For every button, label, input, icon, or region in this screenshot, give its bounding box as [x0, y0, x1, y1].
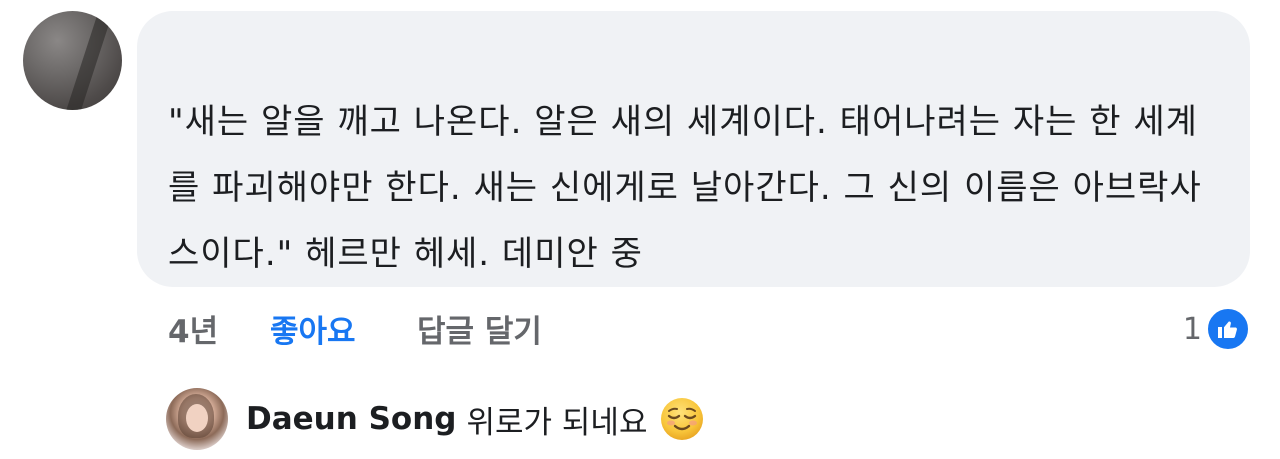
- thumbs-up-icon: [1206, 307, 1250, 351]
- comment-actions: 4년 좋아요 답글 달기: [168, 306, 542, 350]
- reaction-count: 1: [1182, 311, 1202, 347]
- reply-author[interactable]: Daeun Song: [246, 401, 457, 437]
- comment-bubble: "새는 알을 깨고 나온다. 알은 새의 세계이다. 태어나려는 자는 한 세계…: [137, 11, 1250, 287]
- comment-text: "새는 알을 깨고 나온다. 알은 새의 세계이다. 태어나려는 자는 한 세계…: [168, 102, 1202, 274]
- reply-button[interactable]: 답글 달기: [417, 306, 542, 351]
- comment-timestamp[interactable]: 4년: [168, 306, 270, 351]
- like-button[interactable]: 좋아요: [270, 306, 417, 351]
- relieved-face-emoji: [661, 398, 704, 440]
- reply-text: 위로가 되네요: [466, 404, 648, 441]
- reply-avatar[interactable]: [166, 388, 228, 450]
- main-comment-avatar[interactable]: [23, 11, 122, 110]
- reaction-summary[interactable]: 1: [1183, 307, 1250, 351]
- reply-row: Daeun Song 위로가 되네요: [166, 387, 705, 451]
